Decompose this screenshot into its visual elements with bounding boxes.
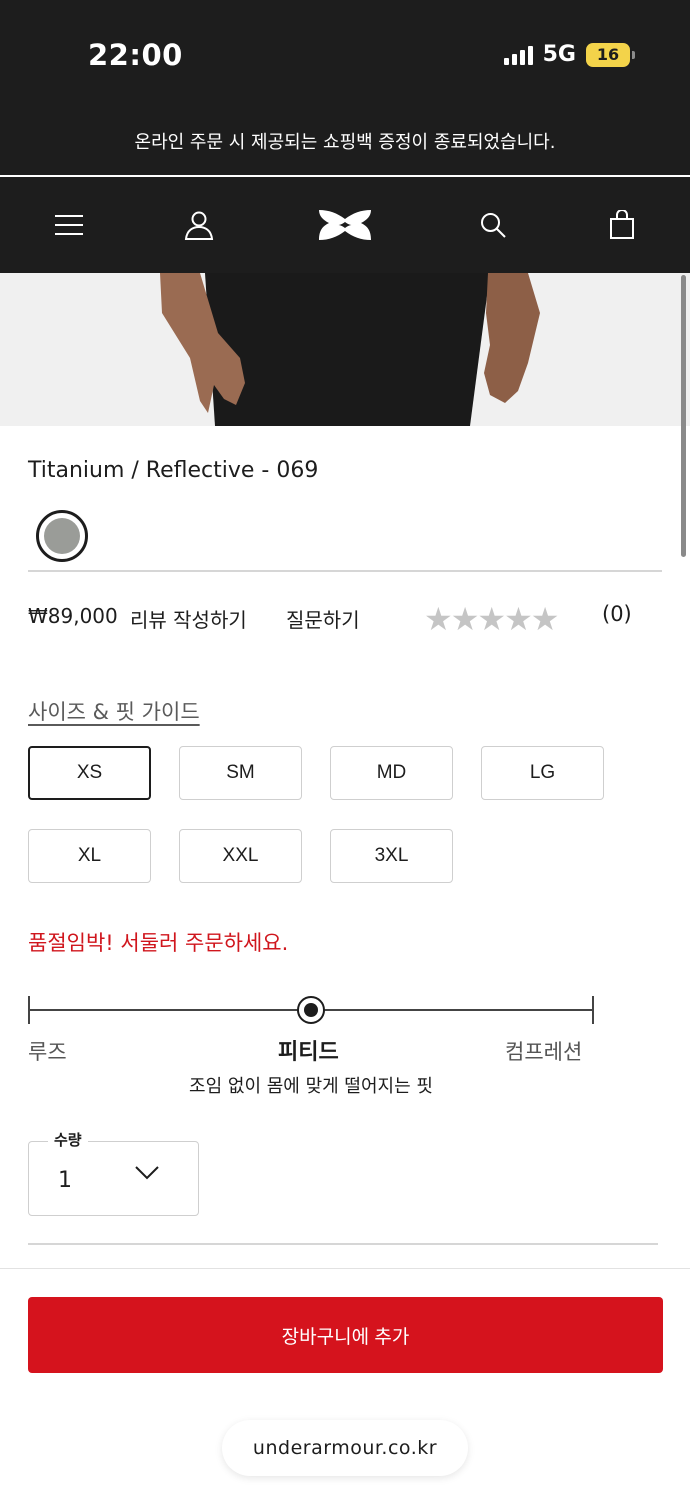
top-navigation (0, 177, 690, 273)
star-icon: ★ (504, 600, 533, 638)
scrollbar[interactable] (681, 275, 686, 557)
rating-stars[interactable]: ★★★★★ (424, 600, 560, 638)
star-icon: ★ (477, 600, 506, 638)
chevron-down-icon[interactable] (134, 1165, 160, 1185)
ask-question-link[interactable]: 질문하기 (286, 604, 360, 633)
fit-label-compression: 컴프레션 (505, 1040, 583, 1064)
status-time: 22:00 (88, 38, 183, 72)
price-row: ₩89,000 리뷰 작성하기 질문하기 ★★★★★ (0) (28, 600, 662, 638)
add-to-cart-button[interactable]: 장바구니에 추가 (28, 1297, 663, 1373)
fit-scale-marker (297, 996, 325, 1024)
star-icon: ★ (450, 600, 480, 638)
product-price: ₩89,000 (28, 604, 118, 628)
signal-icon (503, 45, 533, 65)
status-indicators: 5G 16 (503, 42, 635, 67)
size-option-xl[interactable]: XL (28, 829, 151, 883)
color-swatch-fill (44, 518, 80, 554)
under-armour-logo[interactable] (315, 203, 375, 247)
fit-scale-start-tick (28, 996, 30, 1024)
low-stock-message: 품절임박! 서둘러 주문하세요. (28, 931, 289, 955)
quantity-value: 1 (58, 1168, 72, 1193)
product-image[interactable] (0, 273, 690, 426)
divider (28, 1243, 658, 1245)
fit-description: 조임 없이 몸에 맞게 떨어지는 핏 (189, 1076, 433, 1097)
star-icon: ★ (530, 600, 560, 638)
color-swatch-selected[interactable] (36, 510, 88, 562)
quantity-label: 수량 (48, 1129, 88, 1150)
quantity-select[interactable] (28, 1141, 199, 1216)
menu-icon[interactable] (47, 203, 91, 247)
size-option-xxl[interactable]: XXL (179, 829, 302, 883)
account-icon[interactable] (177, 203, 221, 247)
status-bar: 22:00 5G 16 (0, 0, 690, 110)
size-fit-guide-link[interactable]: 사이즈 & 핏 가이드 (28, 696, 200, 726)
shopping-bag-icon[interactable] (600, 203, 644, 247)
fit-label-fitted: 피티드 (278, 1040, 339, 1065)
sticky-footer-border (0, 1268, 690, 1269)
size-option-3xl[interactable]: 3XL (330, 829, 453, 883)
fit-label-loose: 루즈 (28, 1040, 67, 1064)
review-count[interactable]: (0) (602, 602, 632, 626)
divider (28, 570, 662, 572)
size-option-md[interactable]: MD (330, 746, 453, 800)
size-option-lg[interactable]: LG (481, 746, 604, 800)
battery-icon: 16 (586, 42, 635, 67)
browser-url-bar[interactable]: underarmour.co.kr (222, 1420, 468, 1476)
network-type: 5G (542, 42, 576, 67)
color-name: Titanium / Reflective - 069 (28, 458, 319, 483)
search-icon[interactable] (471, 203, 515, 247)
size-option-xs[interactable]: XS (28, 746, 151, 800)
fit-scale-end-tick (592, 996, 594, 1024)
star-icon: ★ (424, 600, 453, 638)
promo-banner[interactable]: 온라인 주문 시 제공되는 쇼핑백 증정이 종료되었습니다. (0, 110, 690, 175)
size-option-sm[interactable]: SM (179, 746, 302, 800)
write-review-link[interactable]: 리뷰 작성하기 (130, 604, 247, 633)
